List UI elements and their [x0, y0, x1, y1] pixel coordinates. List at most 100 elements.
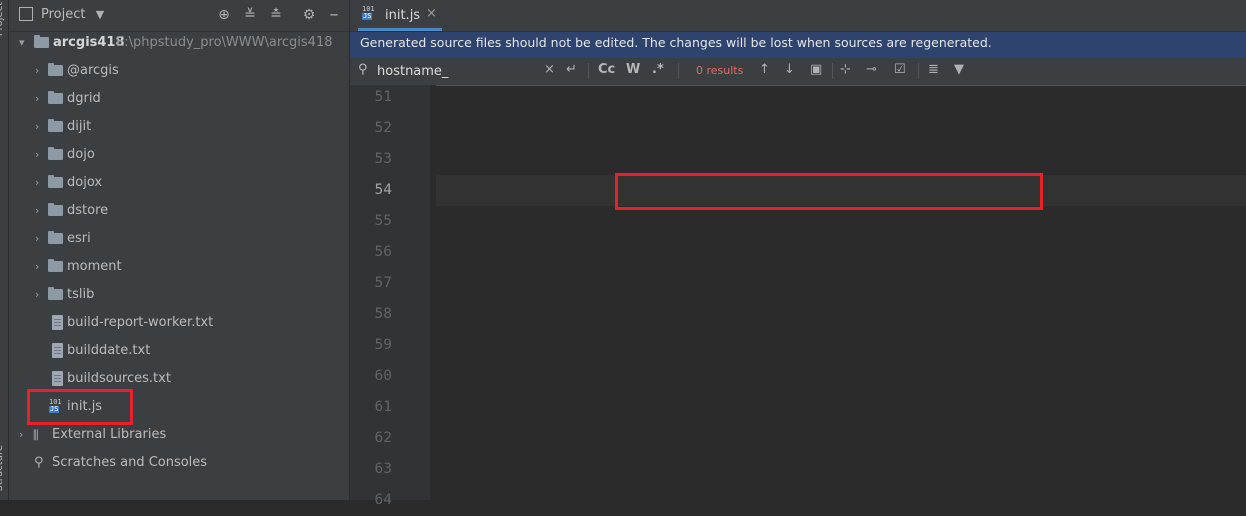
add-occurrence-icon[interactable]: ⊹: [840, 62, 851, 77]
tree-folder[interactable]: › esri: [9, 225, 349, 253]
tree-root-arcgis418[interactable]: ▾ arcgis418 E:\phpstudy_pro\WWW\arcgis41…: [9, 29, 349, 57]
folder-icon: [48, 91, 63, 104]
folder-icon: [48, 119, 63, 132]
folder-icon: [48, 287, 63, 300]
text-file-icon: [52, 343, 63, 358]
tree-file[interactable]: build-report-worker.txt: [9, 309, 349, 337]
tree-file[interactable]: builddate.txt: [9, 337, 349, 365]
tab-init-js[interactable]: 101 JS init.js ×: [358, 0, 442, 31]
divider: [918, 63, 919, 79]
scratches-label: Scratches and Consoles: [52, 455, 208, 470]
chevron-right-icon[interactable]: ›: [35, 57, 47, 85]
project-view-icon: [19, 7, 33, 21]
tree-folder[interactable]: › @arcgis: [9, 57, 349, 85]
line-number: 51: [374, 89, 392, 105]
line-number: 53: [374, 151, 392, 167]
chevron-right-icon[interactable]: ›: [35, 141, 47, 169]
tree-folder[interactable]: › dojo: [9, 141, 349, 169]
project-panel: Project ▼ ⊕ ≚ ≛ ⚙ – ▾ arcgis418 E:\phpst…: [9, 0, 350, 500]
arrow-down-icon[interactable]: ↓: [784, 62, 795, 77]
project-panel-header: Project ▼ ⊕ ≚ ≛ ⚙ –: [9, 0, 349, 32]
chevron-right-icon[interactable]: ›: [35, 113, 47, 141]
folder-label: tslib: [67, 287, 95, 302]
chevron-right-icon[interactable]: ›: [19, 421, 31, 449]
folder-icon: [48, 231, 63, 244]
tree-scratches[interactable]: ⚲ Scratches and Consoles: [9, 449, 349, 477]
folder-icon: [48, 259, 63, 272]
new-line-icon[interactable]: ↵: [566, 62, 577, 77]
folder-icon: [48, 203, 63, 216]
binary-js-file-icon: 101 JS: [362, 5, 375, 20]
locate-icon[interactable]: ⊕: [215, 6, 233, 24]
tree-folder[interactable]: › moment: [9, 253, 349, 281]
text-file-icon: [52, 315, 63, 330]
external-libraries-label: External Libraries: [52, 427, 167, 442]
root-folder-path: E:\phpstudy_pro\WWW\arcgis418: [116, 35, 333, 50]
tree-folder[interactable]: › dgrid: [9, 85, 349, 113]
tree-folder[interactable]: › dstore: [9, 197, 349, 225]
line-number: 52: [374, 120, 392, 136]
folder-label: dojox: [67, 175, 103, 190]
filter-options-icon[interactable]: ≣: [928, 62, 939, 77]
regex-toggle[interactable]: .*: [652, 62, 664, 77]
expand-all-icon[interactable]: ≚: [241, 6, 259, 24]
chevron-right-icon[interactable]: ›: [35, 169, 47, 197]
library-icon: ⫼: [33, 428, 39, 442]
remove-occurrence-icon[interactable]: ⊸: [866, 62, 877, 77]
chevron-right-icon[interactable]: ›: [35, 253, 47, 281]
highlight-box: [615, 173, 1043, 210]
folder-icon: [48, 147, 63, 160]
find-results-count: 0 results: [696, 64, 744, 77]
line-number-gutter: 51 52 53 54 55 56 57 58 59 60 61 62 63 6…: [350, 85, 430, 508]
chevron-down-icon[interactable]: ▼: [91, 6, 109, 24]
divider: [832, 63, 833, 79]
tree-folder[interactable]: › dojox: [9, 169, 349, 197]
line-number: 58: [374, 306, 392, 322]
gear-icon[interactable]: ⚙: [300, 6, 318, 24]
tab-label: init.js: [385, 8, 421, 23]
clear-icon[interactable]: ×: [544, 62, 555, 77]
funnel-icon[interactable]: ▼: [954, 62, 964, 77]
folder-label: dojo: [67, 147, 95, 162]
find-input[interactable]: [377, 61, 537, 81]
chevron-right-icon[interactable]: ›: [35, 197, 47, 225]
tree-folder[interactable]: › dijit: [9, 113, 349, 141]
chevron-right-icon[interactable]: ›: [35, 225, 47, 253]
file-label: builddate.txt: [67, 343, 151, 358]
folder-label: dgrid: [67, 91, 101, 106]
minimize-icon[interactable]: –: [325, 6, 343, 24]
tree-external-libraries[interactable]: › ⫼ External Libraries: [9, 421, 349, 449]
line-number: 62: [374, 430, 392, 446]
line-number: 59: [374, 337, 392, 353]
folder-icon: [48, 175, 63, 188]
generated-source-banner: Generated source files should not be edi…: [350, 32, 1246, 58]
editor-tab-bar: 101 JS init.js ×: [350, 0, 1246, 32]
banner-text: Generated source files should not be edi…: [360, 35, 992, 50]
editor-area: 101 JS init.js × Generated source files s…: [350, 0, 1246, 508]
collapse-all-icon[interactable]: ≛: [267, 6, 285, 24]
line-number: 55: [374, 213, 392, 229]
search-icon[interactable]: ⚲: [358, 62, 368, 77]
arrow-up-icon[interactable]: ↑: [759, 62, 770, 77]
tree-folder[interactable]: › tslib: [9, 281, 349, 309]
project-panel-title[interactable]: Project: [41, 7, 85, 22]
folder-label: dstore: [67, 203, 109, 218]
close-icon[interactable]: ×: [426, 6, 437, 21]
find-bar: ⚲ × ↵ Cc W .* 0 results ↑ ↓ ▣ ⊹ ⊸ ☑ ≣ ▼: [350, 58, 1246, 86]
folder-icon: [48, 63, 63, 76]
root-folder-name: arcgis418: [53, 35, 125, 50]
line-number: 64: [374, 492, 392, 508]
words-toggle[interactable]: W: [626, 62, 640, 77]
code-view[interactable]: [436, 85, 1246, 500]
select-all-occurrences-icon[interactable]: ☑: [894, 62, 906, 77]
chevron-down-icon[interactable]: ▾: [19, 29, 31, 57]
folder-label: dijit: [67, 119, 92, 134]
line-number: 61: [374, 399, 392, 415]
line-number: 56: [374, 244, 392, 260]
folder-label: esri: [67, 231, 91, 246]
chevron-right-icon[interactable]: ›: [35, 281, 47, 309]
chevron-right-icon[interactable]: ›: [35, 85, 47, 113]
divider: [588, 63, 589, 79]
open-results-icon[interactable]: ▣: [810, 62, 822, 77]
match-case-toggle[interactable]: Cc: [598, 62, 615, 77]
